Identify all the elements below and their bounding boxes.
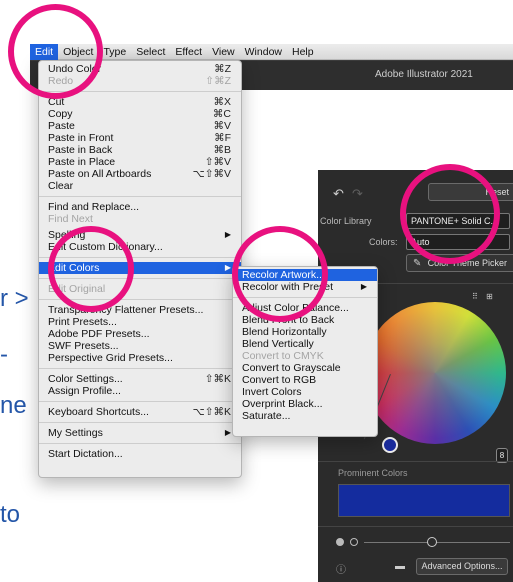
slide-text-line-4: to xyxy=(0,501,21,528)
menu-item-find-next: Find Next xyxy=(48,213,93,225)
menu-item-paste[interactable]: Paste ⌘V xyxy=(39,120,241,132)
menu-item-paste-in-back[interactable]: Paste in Back ⌘B xyxy=(39,144,241,156)
highlight-circle-edit-menu xyxy=(8,4,103,99)
submenu-item-overprint-black[interactable]: Overprint Black... xyxy=(233,398,377,410)
menu-separator xyxy=(39,368,241,369)
menu-window[interactable]: Window xyxy=(240,44,287,60)
brightness-slider-knob[interactable] xyxy=(427,537,437,547)
brightness-slider-track xyxy=(364,542,510,543)
menu-separator xyxy=(39,422,241,423)
prominent-color-swatch[interactable] xyxy=(338,484,510,517)
menu-type[interactable]: Type xyxy=(98,44,131,60)
submenu-item-convert-to-rgb[interactable]: Convert to RGB xyxy=(233,374,377,386)
submenu-item-blend-horizontally[interactable]: Blend Horizontally xyxy=(233,326,377,338)
menu-item-assign-profile[interactable]: Assign Profile... xyxy=(39,385,241,397)
menu-item-find-and-replace[interactable]: Find and Replace... xyxy=(39,201,241,213)
submenu-arrow-icon: ▶ xyxy=(224,230,231,239)
highlight-circle-edit-colors xyxy=(48,226,134,312)
menu-item-copy[interactable]: Copy ⌘C xyxy=(39,108,241,120)
menu-item-print-presets[interactable]: Print Presets... xyxy=(39,316,241,328)
submenu-item-blend-vertically[interactable]: Blend Vertically xyxy=(233,338,377,350)
info-icon[interactable]: ⓘ xyxy=(336,561,346,576)
menu-view[interactable]: View xyxy=(207,44,240,60)
submenu-item-convert-to-grayscale[interactable]: Convert to Grayscale xyxy=(233,362,377,374)
menu-help[interactable]: Help xyxy=(287,44,319,60)
radio-option-1[interactable] xyxy=(336,538,344,546)
color-wheel[interactable] xyxy=(364,302,506,444)
folder-icon[interactable]: ▬ xyxy=(395,561,405,572)
submenu-arrow-icon: ▶ xyxy=(224,428,231,437)
menu-effect[interactable]: Effect xyxy=(170,44,207,60)
color-library-label: Color Library xyxy=(320,216,372,226)
submenu-item-blend-front-to-back[interactable]: Blend Front to Back xyxy=(233,314,377,326)
radio-option-2[interactable] xyxy=(350,538,358,546)
highlight-circle-color-library xyxy=(400,164,500,264)
menu-item-cut[interactable]: Cut ⌘X xyxy=(39,96,241,108)
eyedropper-icon: ✎ xyxy=(413,258,422,269)
menu-item-perspective-grid-presets[interactable]: Perspective Grid Presets... xyxy=(39,352,241,364)
menu-select[interactable]: Select xyxy=(131,44,170,60)
screenshot-stage: r > - ne to Edit Object Type Select Effe… xyxy=(0,0,513,582)
menu-item-paste-in-front[interactable]: Paste in Front ⌘F xyxy=(39,132,241,144)
submenu-item-invert-colors[interactable]: Invert Colors xyxy=(233,386,377,398)
undo-icon[interactable]: ↶ xyxy=(333,186,344,202)
menu-item-adobe-pdf-presets[interactable]: Adobe PDF Presets... xyxy=(39,328,241,340)
menu-separator xyxy=(39,401,241,402)
slide-text-line-1: r > xyxy=(0,285,29,312)
menu-separator xyxy=(39,196,241,197)
menu-item-clear[interactable]: Clear xyxy=(39,180,241,192)
highlight-circle-recolor-artwork xyxy=(232,226,328,322)
panel-divider-mid xyxy=(318,461,513,462)
prominent-colors-label: Prominent Colors xyxy=(338,468,408,478)
submenu-item-saturate[interactable]: Saturate... xyxy=(233,410,377,422)
submenu-arrow-icon: ▶ xyxy=(224,263,231,272)
redo-icon[interactable]: ↷ xyxy=(352,186,363,202)
menu-item-swf-presets[interactable]: SWF Presets... xyxy=(39,340,241,352)
menu-item-paste-in-place[interactable]: Paste in Place ⇧⌘V xyxy=(39,156,241,168)
colors-label: Colors: xyxy=(369,237,398,247)
app-title: Adobe Illustrator 2021 xyxy=(375,69,473,80)
menu-item-paste-on-all-artboards[interactable]: Paste on All Artboards ⌥⇧⌘V xyxy=(39,168,241,180)
menu-separator xyxy=(39,443,241,444)
menu-item-my-settings[interactable]: My Settings ▶ xyxy=(39,427,241,439)
submenu-item-convert-to-cmyk: Convert to CMYK xyxy=(242,350,324,362)
wheel-view-icons[interactable]: ⠿ ⊞ xyxy=(472,292,496,301)
menu-item-start-dictation[interactable]: Start Dictation... xyxy=(39,448,241,460)
advanced-options-button[interactable]: Advanced Options... xyxy=(416,558,508,575)
slide-text-line-2: - xyxy=(0,341,8,368)
panel-divider-bottom xyxy=(318,526,513,527)
color-wheel-handle[interactable] xyxy=(382,437,398,453)
slide-text-line-3: ne xyxy=(0,392,27,419)
submenu-arrow-icon: ▶ xyxy=(360,282,367,291)
menu-item-color-settings[interactable]: Color Settings... ⇧⌘K xyxy=(39,373,241,385)
menu-item-keyboard-shortcuts[interactable]: Keyboard Shortcuts... ⌥⇧⌘K xyxy=(39,406,241,418)
